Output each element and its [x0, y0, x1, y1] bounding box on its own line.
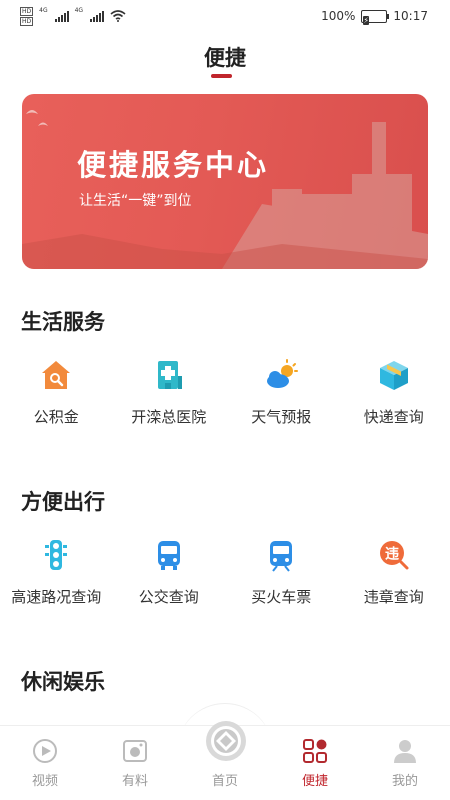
package-icon [379, 361, 408, 390]
battery-icon: ⚡ [361, 9, 390, 25]
service-bus-query[interactable]: 公交查询 [113, 538, 226, 607]
service-housing-fund[interactable]: 公积金 [0, 358, 113, 427]
service-highway-conditions[interactable]: 高速路况查询 [0, 538, 113, 607]
service-label: 快递查询 [363, 408, 424, 426]
tab-label: 便捷 [301, 774, 328, 789]
service-express-tracking[interactable]: 快递查询 [338, 358, 450, 427]
service-label: 开滦总医院 [131, 408, 207, 426]
tab-label: 首页 [211, 774, 238, 789]
service-kailuan-hospital[interactable]: 开滦总医院 [113, 358, 226, 427]
network-type: 4G [74, 6, 84, 14]
service-label: 天气预报 [251, 408, 312, 426]
traffic-light-icon [45, 540, 68, 570]
service-label: 公交查询 [138, 588, 199, 606]
service-train-tickets[interactable]: 买火车票 [225, 538, 338, 607]
wifi-icon [110, 10, 126, 22]
bus-icon [157, 541, 180, 570]
section-title-convenient-travel: 方便出行 [21, 490, 105, 514]
hospital-icon [157, 361, 182, 389]
page-title: 便捷 [204, 46, 246, 70]
service-label: 公积金 [33, 408, 79, 426]
tab-mine[interactable]: 我的 [360, 726, 450, 800]
service-label: 高速路况查询 [11, 588, 102, 606]
clock: 10:17 [393, 9, 428, 23]
service-weather[interactable]: 天气预报 [225, 358, 338, 427]
section-title-leisure: 休闲娱乐 [21, 670, 105, 694]
status-bar-right: 100% ⚡ 10:17 [321, 9, 428, 25]
service-label: 违章查询 [363, 588, 424, 606]
tab-label: 有料 [121, 774, 148, 789]
service-center-banner[interactable]: 便捷服务中心 让生活“一键”到位 [22, 94, 428, 269]
house-search-icon [42, 361, 71, 389]
hd-badge: HD [20, 16, 34, 26]
tab-video[interactable]: 视频 [0, 726, 90, 800]
train-icon [270, 541, 293, 572]
service-traffic-violation[interactable]: 违 违章查询 [338, 538, 450, 607]
violation-icon: 违 [379, 541, 409, 570]
hd-badge: HD [20, 6, 34, 16]
network-type: 4G [39, 6, 48, 14]
banner-title: 便捷服务中心 [77, 148, 270, 182]
service-label: 买火车票 [251, 588, 312, 606]
svg-text:违: 违 [385, 546, 399, 563]
weather-icon [267, 359, 299, 388]
battery-percent: 100% [321, 9, 356, 23]
video-play-icon [33, 739, 57, 763]
status-bar: HD HD 4G 4G 100% ⚡ 10:17 [0, 0, 450, 32]
tab-convenience[interactable]: 便捷 [270, 726, 360, 800]
tab-youliao[interactable]: 有料 [90, 726, 180, 800]
banner-subtitle: 让生活“一键”到位 [79, 193, 192, 209]
home-logo-icon[interactable] [204, 719, 248, 763]
tab-label: 视频 [31, 774, 58, 789]
apps-grid-icon [303, 739, 327, 763]
camera-icon [123, 740, 147, 762]
signal-icon [90, 10, 105, 22]
section-title-life-services: 生活服务 [21, 310, 105, 334]
status-bar-left: HD HD 4G 4G [20, 6, 126, 26]
life-services-grid: 公积金 开滦总医院 天气预报 快递查询 [0, 358, 450, 427]
profile-icon [394, 740, 416, 763]
title-underline [211, 74, 232, 78]
travel-services-grid: 高速路况查询 公交查询 买火车票 违 违章查询 [0, 538, 450, 607]
tab-label: 我的 [391, 774, 418, 789]
hd-indicators: HD HD [20, 6, 34, 26]
signal-icon [54, 10, 69, 22]
